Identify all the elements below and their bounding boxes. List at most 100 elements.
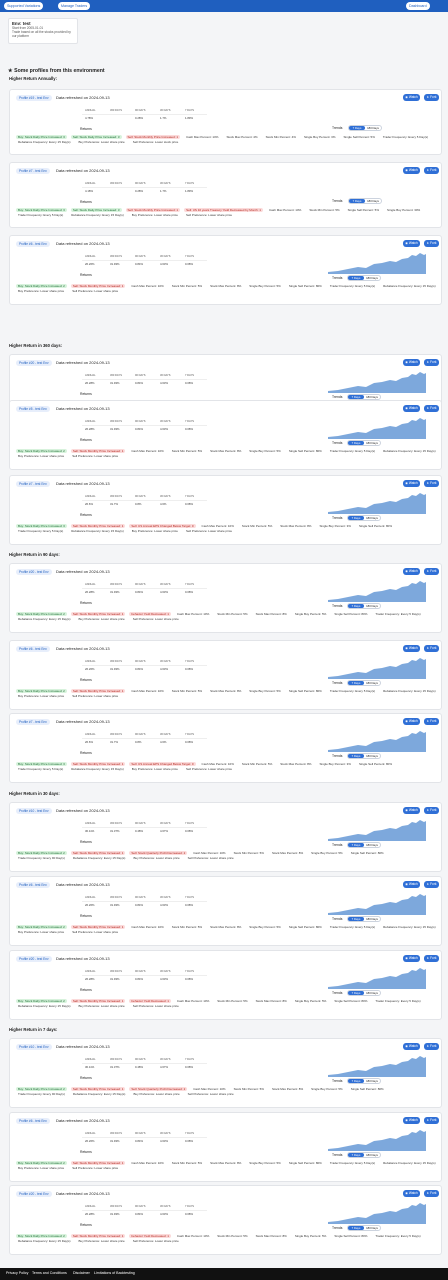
fork-button[interactable]: ⋔ Fork <box>424 1190 439 1197</box>
trend-7-option[interactable]: 7 Days <box>348 276 364 280</box>
trend-180-option[interactable]: 180 Days <box>364 917 380 921</box>
watch-button[interactable]: ◉ Watch <box>403 807 420 814</box>
fork-button[interactable]: ⋔ Fork <box>424 240 439 247</box>
trend-180-option[interactable]: 180 Days <box>364 1079 380 1083</box>
trend-7-option[interactable]: 7 Days <box>348 681 364 685</box>
watch-button[interactable]: ◉ Watch <box>403 359 420 366</box>
profile-badge[interactable]: Profile #7 - test Env <box>16 481 50 487</box>
trend-toggle[interactable]: 7 Days 180 Days <box>347 916 381 922</box>
profile-badge[interactable]: Profile #20 - test Env <box>16 569 52 575</box>
profile-badge[interactable]: Profile #5 - test Env <box>16 406 50 412</box>
limitations-link[interactable]: Limitations of Backtesting <box>94 1271 135 1275</box>
trend-7-option[interactable]: 7 Days <box>348 917 364 921</box>
disclaimer-link[interactable]: Disclaimer <box>73 1271 90 1275</box>
trend-7-option[interactable]: 7 Days <box>349 199 365 203</box>
trend-toggle[interactable]: 7 Days 180 Days <box>347 1225 381 1231</box>
watch-button[interactable]: ◉ Watch <box>403 405 420 412</box>
trend-180-option[interactable]: 180 Days <box>364 1153 380 1157</box>
trend-7-option[interactable]: 7 Days <box>348 991 364 995</box>
trend-180-option[interactable]: 180 Days <box>364 395 380 399</box>
watch-button[interactable]: ◉ Watch <box>403 480 420 487</box>
strategy-tag: Rebalance Frequency: Every 15 Day(s) <box>383 689 436 693</box>
profile-badge[interactable]: Profile #6 - test Env <box>16 882 50 888</box>
trend-toggle[interactable]: 7 Days 180 Days <box>348 125 382 131</box>
trend-180-option[interactable]: 180 Days <box>364 1226 380 1230</box>
trend-180-option[interactable]: 180 Days <box>364 516 380 520</box>
profile-badge[interactable]: Profile #7 - test Env <box>16 719 50 725</box>
watch-button[interactable]: ◉ Watch <box>403 1190 420 1197</box>
profile-badge[interactable]: Profile #6 - test Env <box>16 646 50 652</box>
trend-180-option[interactable]: 180 Days <box>365 199 381 203</box>
fork-button[interactable]: ⋔ Fork <box>424 645 439 652</box>
trend-7-option[interactable]: 7 Days <box>348 604 364 608</box>
group-title: Higher Return in 90 days: <box>9 552 60 557</box>
trend-7-option[interactable]: 7 Days <box>348 843 364 847</box>
watch-button[interactable]: ◉ Watch <box>403 94 420 101</box>
privacy-link[interactable]: Privacy Policy <box>6 1271 28 1275</box>
fork-button[interactable]: ⋔ Fork <box>424 881 439 888</box>
trend-7-option[interactable]: 7 Days <box>348 1079 364 1083</box>
trend-toggle[interactable]: 7 Days 180 Days <box>347 515 381 521</box>
trend-7-option[interactable]: 7 Days <box>348 1226 364 1230</box>
watch-button[interactable]: ◉ Watch <box>403 1117 420 1124</box>
watch-button[interactable]: ◉ Watch <box>403 1043 420 1050</box>
fork-button[interactable]: ⋔ Fork <box>424 480 439 487</box>
trend-7-option[interactable]: 7 Days <box>349 126 365 130</box>
profile-badge[interactable]: Profile #20 - test Env <box>16 360 52 366</box>
trend-toggle[interactable]: 7 Days 180 Days <box>348 198 382 204</box>
watch-button[interactable]: ◉ Watch <box>403 167 420 174</box>
trend-7-option[interactable]: 7 Days <box>348 754 364 758</box>
watch-button[interactable]: ◉ Watch <box>403 955 420 962</box>
trend-toggle[interactable]: 7 Days 180 Days <box>347 603 381 609</box>
watch-button[interactable]: ◉ Watch <box>403 568 420 575</box>
trend-180-option[interactable]: 180 Days <box>365 126 381 130</box>
fork-button[interactable]: ⋔ Fork <box>424 167 439 174</box>
trend-180-option[interactable]: 180 Days <box>364 441 380 445</box>
profile-badge[interactable]: Profile #19 - test Env <box>16 95 52 101</box>
dashboard-button[interactable]: Dashboard <box>406 2 430 10</box>
fork-button[interactable]: ⋔ Fork <box>424 568 439 575</box>
watch-button[interactable]: ◉ Watch <box>403 718 420 725</box>
watch-button[interactable]: ◉ Watch <box>403 881 420 888</box>
trend-180-option[interactable]: 180 Days <box>364 681 380 685</box>
trend-180-option[interactable]: 180 Days <box>364 843 380 847</box>
trend-toggle[interactable]: 7 Days 180 Days <box>347 1078 381 1084</box>
profile-badge[interactable]: Profile #7 - test Env <box>16 168 50 174</box>
fork-button[interactable]: ⋔ Fork <box>424 807 439 814</box>
trend-toggle[interactable]: 7 Days 180 Days <box>347 1152 381 1158</box>
profile-badge[interactable]: Profile #20 - test Env <box>16 1191 52 1197</box>
trend-toggle[interactable]: 7 Days 180 Days <box>347 275 381 281</box>
profile-badge[interactable]: Profile #10 - test Env <box>16 1044 52 1050</box>
supported-variations-button[interactable]: Supported Variations <box>4 2 44 10</box>
trend-7-option[interactable]: 7 Days <box>348 1153 364 1157</box>
fork-button[interactable]: ⋔ Fork <box>424 405 439 412</box>
trend-7-option[interactable]: 7 Days <box>348 395 364 399</box>
trend-toggle[interactable]: 7 Days 180 Days <box>347 680 381 686</box>
trend-toggle[interactable]: 7 Days 180 Days <box>347 990 381 996</box>
fork-button[interactable]: ⋔ Fork <box>424 955 439 962</box>
watch-label: Watch <box>408 1118 418 1122</box>
trend-180-option[interactable]: 180 Days <box>364 604 380 608</box>
terms-link[interactable]: Terms and Conditions <box>32 1271 67 1275</box>
fork-button[interactable]: ⋔ Fork <box>424 94 439 101</box>
fork-button[interactable]: ⋔ Fork <box>424 1117 439 1124</box>
fork-button[interactable]: ⋔ Fork <box>424 1043 439 1050</box>
trend-7-option[interactable]: 7 Days <box>348 441 364 445</box>
trend-toggle[interactable]: 7 Days 180 Days <box>347 753 381 759</box>
manage-traders-button[interactable]: Manage Traders <box>58 2 91 10</box>
fork-button[interactable]: ⋔ Fork <box>424 359 439 366</box>
trend-toggle[interactable]: 7 Days 180 Days <box>347 440 381 446</box>
trend-7-option[interactable]: 7 Days <box>348 516 364 520</box>
watch-button[interactable]: ◉ Watch <box>403 645 420 652</box>
trend-180-option[interactable]: 180 Days <box>364 991 380 995</box>
profile-badge[interactable]: Profile #6 - test Env <box>16 241 50 247</box>
profile-badge[interactable]: Profile #6 - test Env <box>16 1118 50 1124</box>
trend-180-option[interactable]: 180 Days <box>364 754 380 758</box>
trend-sparkline <box>328 253 426 274</box>
profile-badge[interactable]: Profile #10 - test Env <box>16 808 52 814</box>
profile-badge[interactable]: Profile #20 - test Env <box>16 956 52 962</box>
trend-toggle[interactable]: 7 Days 180 Days <box>347 842 381 848</box>
fork-button[interactable]: ⋔ Fork <box>424 718 439 725</box>
trend-180-option[interactable]: 180 Days <box>364 276 380 280</box>
watch-button[interactable]: ◉ Watch <box>403 240 420 247</box>
